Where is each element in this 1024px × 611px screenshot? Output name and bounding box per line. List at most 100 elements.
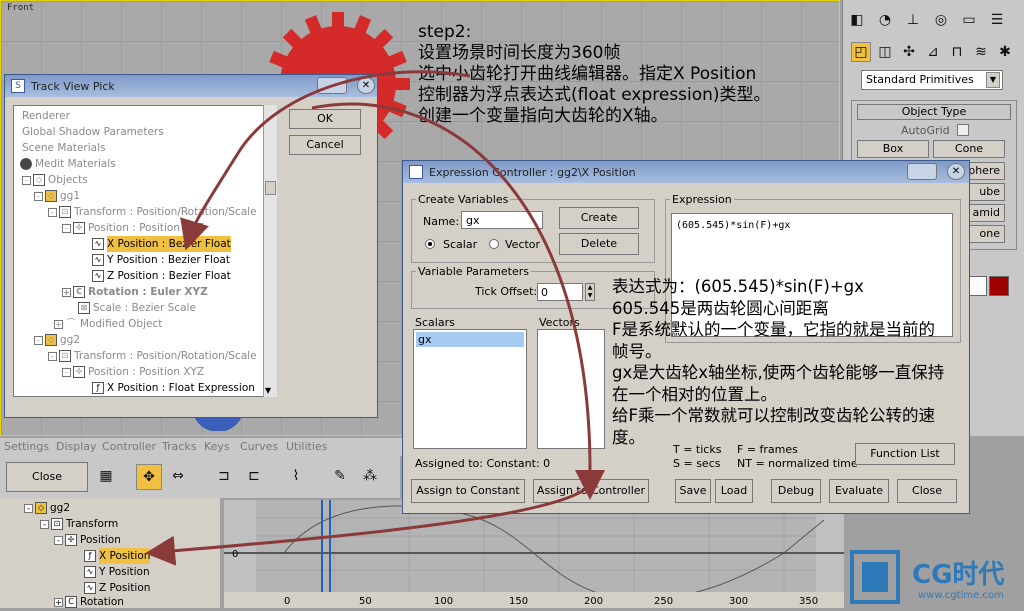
modify-tab-icon[interactable]: ◔ <box>875 10 895 30</box>
logo-brand: CG时代 <box>912 560 1005 590</box>
cameras-icon[interactable]: ⊿ <box>923 42 943 62</box>
menu-utilities[interactable]: Utilities <box>286 440 327 453</box>
create-tab-icon[interactable]: ◧ <box>847 10 867 30</box>
draw-curves-icon[interactable]: ✎ <box>330 466 350 486</box>
collapse-icon: - <box>62 223 71 233</box>
menu-controller[interactable]: Controller <box>102 440 156 453</box>
tree-row[interactable]: - ✢ Position : Position XYZ <box>62 364 204 380</box>
tick-offset-input[interactable]: 0 <box>537 283 583 301</box>
menu-tracks[interactable]: Tracks <box>162 440 197 453</box>
menu-settings[interactable]: Settings <box>4 440 49 453</box>
tree-row[interactable]: Medit Materials <box>20 156 116 172</box>
tutorial-annotation: 表达式为：(605.545)*sin(F)+gx 605.545是两齿轮圆心间距… <box>612 276 944 448</box>
move-keys-icon[interactable]: ✥ <box>136 464 162 490</box>
menu-curves[interactable]: Curves <box>240 440 278 453</box>
menu-keys[interactable]: Keys <box>204 440 230 453</box>
tree-scrollbar[interactable]: ▼ <box>263 105 277 397</box>
assign-to-controller-button[interactable]: Assign to Controller <box>533 479 649 503</box>
helpers-icon[interactable]: ⊓ <box>947 42 967 62</box>
close-icon[interactable]: ✕ <box>357 77 375 94</box>
curve-editor-graph[interactable]: 0 0 50 100 150 200 250 300 350 <box>224 500 844 608</box>
object-type-title[interactable]: Object Type <box>857 104 1011 120</box>
scale-keys-icon[interactable]: ⊐ <box>214 466 234 486</box>
motion-tab-icon[interactable]: ◎ <box>931 10 951 30</box>
reduce-keys-icon[interactable]: ⁂ <box>360 466 380 486</box>
scalar-radio[interactable] <box>425 239 435 249</box>
expand-icon: + <box>54 319 63 329</box>
tree-row[interactable]: - ⊡ Transform : Position/Rotation/Scale <box>48 348 257 364</box>
utilities-tab-icon[interactable]: ☰ <box>987 10 1007 30</box>
delete-button[interactable]: Delete <box>559 233 639 255</box>
tree-row[interactable]: Renderer <box>22 108 70 124</box>
close-button[interactable]: Close <box>6 462 88 492</box>
vectors-list[interactable] <box>537 329 605 449</box>
scale-values-icon[interactable]: ⊏ <box>244 466 264 486</box>
evaluate-button[interactable]: Evaluate <box>829 479 889 503</box>
load-button[interactable]: Load <box>715 479 753 503</box>
expression-controller-titlebar[interactable]: Expression Controller : gg2\X Position <box>403 161 969 183</box>
tree-row[interactable]: - ⊡ Transform <box>40 516 118 532</box>
vector-radio[interactable] <box>489 239 499 249</box>
add-keys-icon[interactable]: ⌇ <box>286 466 306 486</box>
collapse-icon: - <box>40 519 49 529</box>
cone-button[interactable]: Cone <box>933 140 1005 158</box>
filters-icon[interactable]: ▦ <box>96 466 116 486</box>
tree-row[interactable]: ƒX Position : Float Expression <box>92 380 255 396</box>
object-icon: ◇ <box>35 502 47 514</box>
close-icon[interactable]: ✕ <box>947 163 965 180</box>
tree-row[interactable]: Scene Materials <box>22 140 105 156</box>
controller-tree[interactable]: - ◇ gg2 - ⊡ Transform - ✢ Position ƒX Position… <box>0 498 220 608</box>
debug-button[interactable]: Debug <box>771 479 821 503</box>
tree-row[interactable]: - ⊡ Transform : Position/Rotation/Scale <box>48 204 257 220</box>
primitive-type-dropdown[interactable]: Standard Primitives ▼ <box>861 70 1003 90</box>
save-button[interactable]: Save <box>675 479 711 503</box>
tree-row[interactable]: - ◇ Objects <box>22 172 88 188</box>
tree-row[interactable]: - ◇ gg2 <box>34 332 80 348</box>
tree-row[interactable]: - ◇ gg1 <box>34 188 80 204</box>
systems-icon[interactable]: ✱ <box>995 42 1015 62</box>
material-swatch[interactable] <box>967 276 987 296</box>
scroll-thumb[interactable] <box>265 181 276 195</box>
tick-offset-spinner[interactable]: ▲ ▼ <box>585 283 595 301</box>
autogrid-checkbox[interactable] <box>957 124 969 136</box>
tree-row[interactable]: ⊠ Scale : Bezier Scale <box>78 300 196 316</box>
minimize-icon[interactable] <box>317 77 347 94</box>
lights-icon[interactable]: ✣ <box>899 42 919 62</box>
tree-row-selected[interactable]: ƒX Position <box>84 548 151 564</box>
object-color-swatch[interactable] <box>989 276 1009 296</box>
create-button[interactable]: Create <box>559 207 639 229</box>
tree-row[interactable]: + C Rotation : Euler XYZ <box>62 284 208 300</box>
tree-row[interactable]: ∿ Y Position <box>84 564 150 580</box>
tree-row[interactable]: ∿ Y Position : Bezier Float <box>92 252 230 268</box>
collapse-icon: - <box>34 191 43 201</box>
ok-button[interactable]: OK <box>289 109 361 129</box>
spacewarps-icon[interactable]: ≋ <box>971 42 991 62</box>
close-button[interactable]: Close <box>897 479 957 503</box>
tree-row[interactable]: - ✢ Position <box>54 532 121 548</box>
annotation-line: 605.545是两齿轮圆心间距离 <box>612 298 829 318</box>
minimize-icon[interactable] <box>907 163 937 180</box>
tree-row[interactable]: - ◇ gg2 <box>24 500 70 516</box>
scroll-down-icon[interactable]: ▼ <box>265 386 271 395</box>
cancel-button[interactable]: Cancel <box>289 135 361 155</box>
variable-name-input[interactable]: gx <box>461 211 543 229</box>
hierarchy-tab-icon[interactable]: ⊥ <box>903 10 923 30</box>
assign-to-constant-button[interactable]: Assign to Constant <box>411 479 525 503</box>
shapes-icon[interactable]: ◫ <box>875 42 895 62</box>
move-horizontal-icon[interactable]: ⇔ <box>168 466 188 486</box>
scalars-list[interactable]: gx <box>413 329 527 449</box>
box-button[interactable]: Box <box>857 140 929 158</box>
geometry-icon[interactable]: ◰ <box>851 42 871 62</box>
menu-display[interactable]: Display <box>56 440 97 453</box>
track-tree[interactable]: Renderer Global Shadow Parameters Scene … <box>13 105 277 397</box>
scalar-list-item[interactable]: gx <box>416 332 524 347</box>
collapse-icon: - <box>62 367 71 377</box>
tree-row[interactable]: ∿ Z Position : Bezier Float <box>92 268 231 284</box>
tree-row[interactable]: Global Shadow Parameters <box>22 124 164 140</box>
tree-row[interactable]: - ✢ Position : Position XYZ <box>62 220 204 236</box>
tree-row[interactable]: + ⌒ Modified Object <box>54 316 162 332</box>
display-tab-icon[interactable]: ▭ <box>959 10 979 30</box>
viewport-label[interactable]: Front <box>7 3 34 13</box>
objects-icon: ◇ <box>33 174 45 186</box>
tree-row-selected[interactable]: ∿ X Position : Bezier Float <box>92 236 231 252</box>
